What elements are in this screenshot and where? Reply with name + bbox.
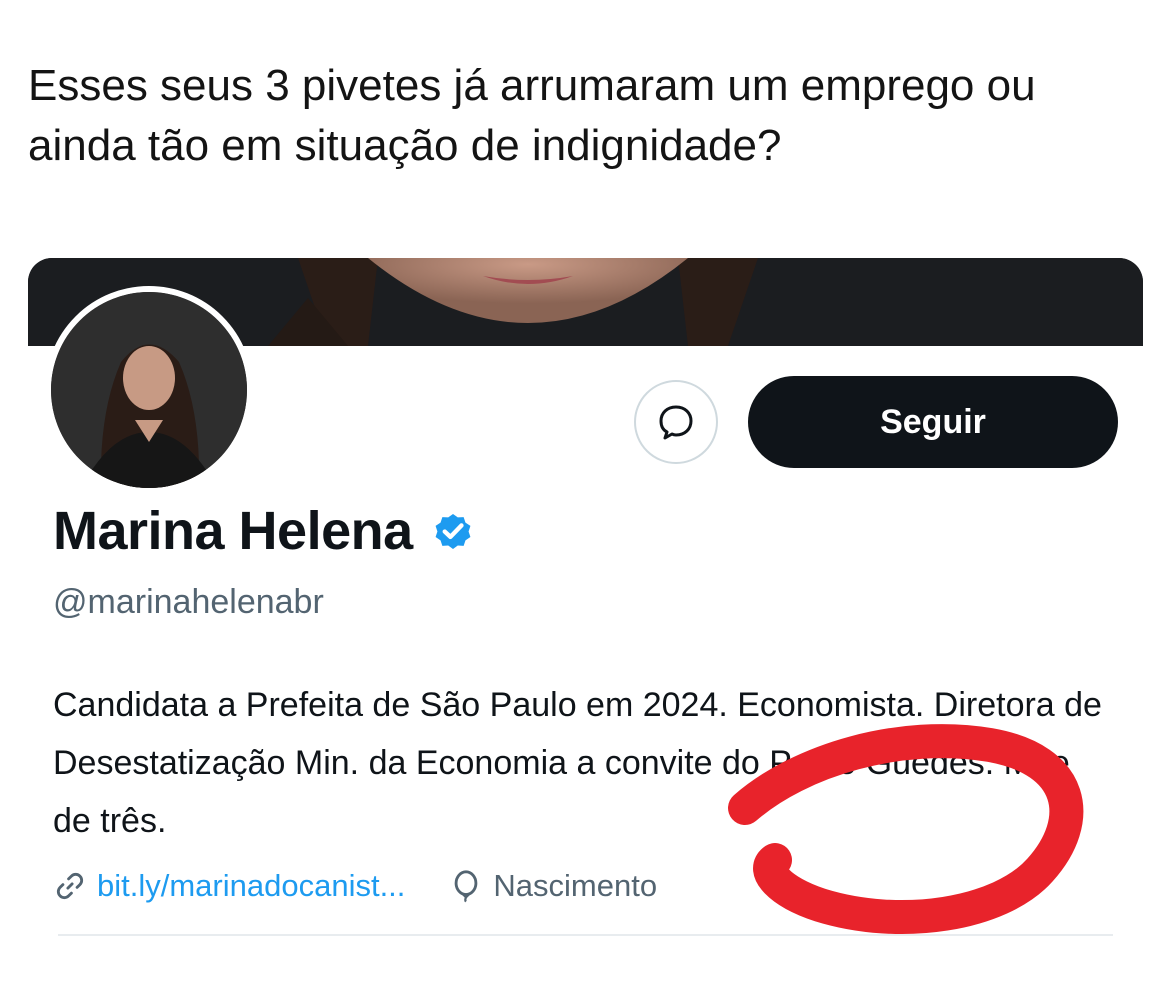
- profile-meta-row: bit.ly/marinadocanist... Nascimento: [53, 868, 657, 904]
- profile-birthday-text: Nascimento: [493, 868, 658, 903]
- profile-handle: @marinahelenabr: [53, 583, 324, 621]
- follow-button[interactable]: Seguir: [748, 376, 1118, 468]
- link-icon: [56, 872, 84, 900]
- avatar-photo: [51, 292, 247, 488]
- message-bubble-icon: [659, 405, 693, 440]
- profile-bio: Candidata a Prefeita de São Paulo em 202…: [53, 686, 1102, 840]
- verified-badge-icon[interactable]: [431, 509, 475, 553]
- profile-link[interactable]: bit.ly/marinadocanist...: [53, 868, 405, 904]
- profile-name-row: Marina Helena: [53, 500, 475, 562]
- profile-name: Marina Helena: [53, 501, 413, 561]
- message-button[interactable]: [634, 380, 718, 464]
- profile-link-text[interactable]: bit.ly/marinadocanist...: [97, 868, 405, 904]
- profile-card: Seguir Marina Helena @marinahelenabr Can…: [28, 258, 1143, 958]
- profile-divider: [58, 934, 1113, 936]
- balloon-icon: [455, 870, 478, 903]
- profile-birthday: Nascimento: [449, 868, 657, 904]
- profile-avatar[interactable]: [45, 286, 253, 494]
- post-caption: Esses seus 3 pivetes já arrumaram um emp…: [28, 61, 1036, 170]
